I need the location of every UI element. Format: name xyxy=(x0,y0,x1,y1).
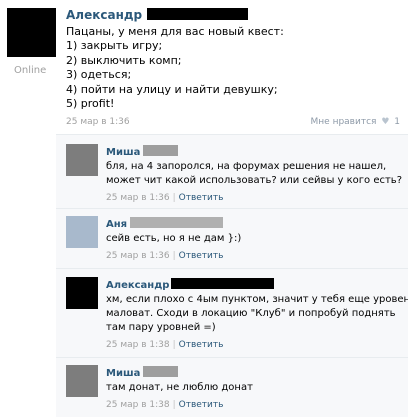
post-text: Пацаны, у меня для вас новый квест: 1) з… xyxy=(66,25,284,111)
comment-author[interactable]: Миша xyxy=(106,145,404,158)
post-author-name[interactable]: Александр xyxy=(66,8,249,22)
divider xyxy=(56,268,408,269)
reply-link[interactable]: Ответить xyxy=(179,400,224,410)
reply-link[interactable]: Ответить xyxy=(179,193,224,203)
comment-avatar[interactable] xyxy=(66,144,98,176)
comment-timestamp[interactable]: 25 мар в 1:38 xyxy=(106,340,170,350)
comment-author[interactable]: Аня xyxy=(106,217,404,230)
comment-meta: 25 мар в 1:38 | Ответить xyxy=(106,340,404,350)
comment-text: сейв есть, но я не дам }:) xyxy=(106,233,242,244)
reply-link[interactable]: Ответить xyxy=(179,251,224,261)
comment-text: хм, если плохо с 4ым пунктом, значит у т… xyxy=(106,294,408,333)
like-button[interactable]: Мне нравится ♥ 1 xyxy=(311,117,400,127)
comment-author-name[interactable]: Александр xyxy=(106,280,169,291)
divider xyxy=(56,134,408,135)
comment-author-name[interactable]: Миша xyxy=(106,368,140,379)
redaction-bar xyxy=(143,366,179,377)
comment-timestamp[interactable]: 25 мар в 1:36 xyxy=(106,251,170,261)
comment-avatar[interactable] xyxy=(66,277,98,309)
comment-avatar[interactable] xyxy=(66,365,98,397)
heart-icon: ♥ xyxy=(381,117,390,127)
comment-author-name[interactable]: Аня xyxy=(106,219,127,230)
comment-meta: 25 мар в 1:36 | Ответить xyxy=(106,193,404,203)
comment-meta: 25 мар в 1:36 | Ответить xyxy=(106,251,404,261)
comment-author-name[interactable]: Миша xyxy=(106,147,140,158)
meta-separator: | xyxy=(172,340,176,350)
redaction-bar xyxy=(147,8,249,20)
comment-body: Александр хм, если плохо с 4ым пунктом, … xyxy=(106,278,408,350)
reply-link[interactable]: Ответить xyxy=(179,340,224,350)
redaction-bar xyxy=(130,217,224,228)
comment-author[interactable]: Миша xyxy=(106,366,404,379)
post-timestamp[interactable]: 25 мар в 1:36 xyxy=(66,117,130,127)
meta-separator: | xyxy=(172,193,176,203)
comment-body: Миша там донат, не люблю донат 25 мар в … xyxy=(106,366,404,410)
divider xyxy=(56,357,408,358)
like-count: 1 xyxy=(394,117,400,127)
post-author-avatar[interactable] xyxy=(7,8,56,57)
comment-body: Миша бля, на 4 запоролся, на форумах реш… xyxy=(106,145,404,203)
comment-avatar[interactable] xyxy=(66,216,98,248)
like-label: Мне нравится xyxy=(310,117,377,127)
online-status: Online xyxy=(14,65,47,76)
meta-separator: | xyxy=(172,400,176,410)
comment-timestamp[interactable]: 25 мар в 1:36 xyxy=(106,193,170,203)
comment-author[interactable]: Александр xyxy=(106,278,404,291)
comment-text: бля, на 4 запоролся, на форумах решения … xyxy=(106,161,403,186)
comment-text: там донат, не люблю донат xyxy=(106,382,253,393)
meta-separator: | xyxy=(172,251,176,261)
comment-meta: 25 мар в 1:38 | Ответить xyxy=(106,400,404,410)
comment-body: Аня сейв есть, но я не дам }:) 25 мар в … xyxy=(106,217,404,261)
redaction-bar xyxy=(171,278,275,289)
redaction-bar xyxy=(143,145,179,156)
comment-timestamp[interactable]: 25 мар в 1:38 xyxy=(106,400,170,410)
divider xyxy=(56,208,408,209)
post-author-name-text[interactable]: Александр xyxy=(66,8,142,22)
